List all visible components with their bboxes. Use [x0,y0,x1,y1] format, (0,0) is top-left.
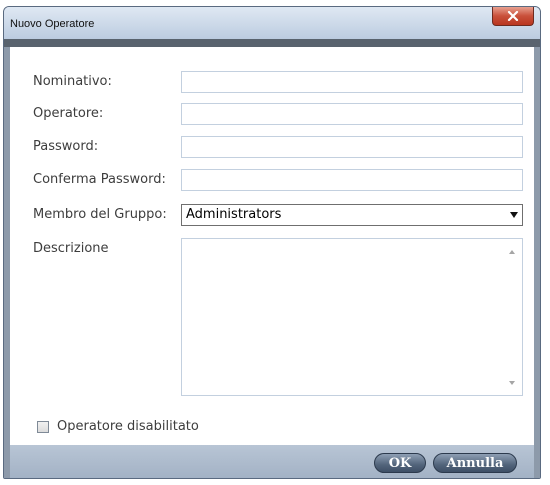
annulla-button[interactable]: Annulla [433,453,517,473]
conferma-password-input[interactable] [181,169,523,191]
title-bar: Nuovo Operatore [4,7,540,39]
operatore-disabilitato-label: Operatore disabilitato [57,419,199,434]
operatore-input[interactable] [181,103,523,125]
close-icon [507,11,519,21]
scroll-up-icon[interactable] [509,250,515,254]
header-bar [4,39,540,47]
descrizione-textarea[interactable] [181,238,523,396]
password-label: Password: [33,139,99,154]
conferma-password-label: Conferma Password: [33,172,166,187]
window-right-border [534,47,540,478]
descrizione-label: Descrizione [33,241,109,256]
operatore-disabilitato-checkbox[interactable] [37,421,49,433]
dialog-window: Nuovo Operatore Nominativo: Operatore: P… [3,6,541,479]
membro-gruppo-value: Administrators [186,207,282,222]
form-panel: Nominativo: Operatore: Password: Conferm… [10,47,534,445]
membro-gruppo-select[interactable]: Administrators [181,204,523,226]
nominativo-label: Nominativo: [33,74,112,89]
close-button[interactable] [492,7,534,26]
password-input[interactable] [181,136,523,158]
operatore-label: Operatore: [33,106,104,121]
nominativo-input[interactable] [181,71,523,93]
membro-gruppo-label: Membro del Gruppo: [33,207,167,222]
button-bar: OK Annulla [10,445,534,478]
chevron-down-icon [510,212,518,218]
window-title: Nuovo Operatore [10,18,95,30]
ok-button[interactable]: OK [374,453,426,473]
scroll-down-icon[interactable] [509,381,515,385]
